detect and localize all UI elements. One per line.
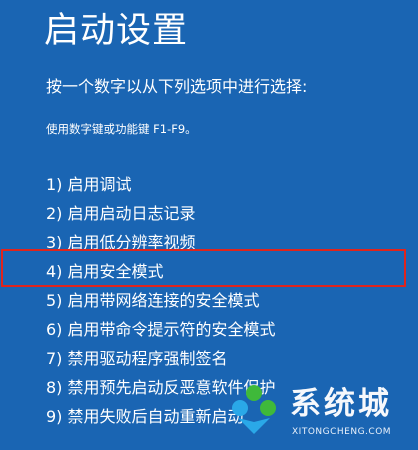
watermark-text: 系统城 bbox=[290, 386, 392, 422]
logo-dot-top bbox=[246, 385, 262, 401]
selection-prompt: 按一个数字以从下列选项中进行选择: bbox=[46, 77, 308, 96]
option-safe-mode-with-command-prompt[interactable]: 6) 启用带命令提示符的安全模式 bbox=[46, 315, 276, 344]
keyboard-hint: 使用数字键或功能键 F1-F9。 bbox=[46, 122, 197, 136]
option-disable-driver-signature-enforcement[interactable]: 7) 禁用驱动程序强制签名 bbox=[46, 344, 276, 373]
logo-chevron bbox=[238, 418, 270, 434]
watermark-url: XITONGCHENG.COM bbox=[292, 427, 392, 437]
watermark: 系统城 XITONGCHENG.COM bbox=[222, 378, 418, 450]
watermark-logo-icon bbox=[232, 385, 276, 434]
option-enable-debugging[interactable]: 1) 启用调试 bbox=[46, 170, 276, 199]
option-enable-boot-logging[interactable]: 2) 启用启动日志记录 bbox=[46, 199, 276, 228]
logo-dot-left bbox=[232, 400, 248, 416]
option-safe-mode-with-networking[interactable]: 5) 启用带网络连接的安全模式 bbox=[46, 286, 276, 315]
highlight-box bbox=[1, 249, 406, 287]
logo-dot-right bbox=[260, 400, 276, 416]
startup-settings-title: 启动设置 bbox=[44, 11, 189, 51]
